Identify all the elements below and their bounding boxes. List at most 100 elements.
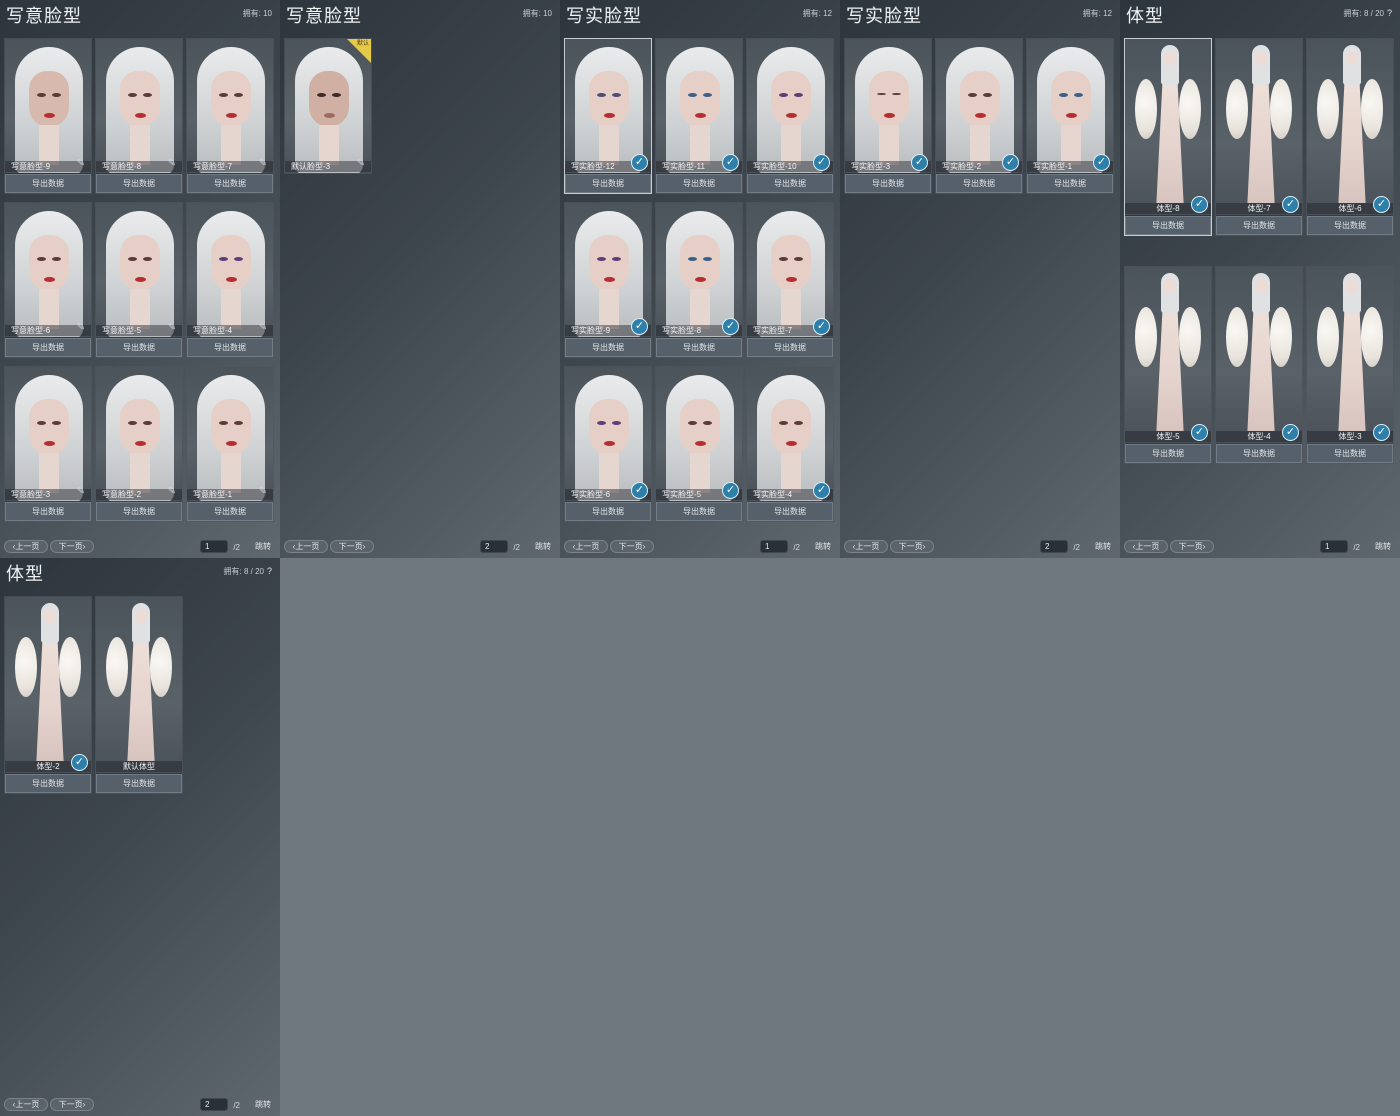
prev-page-button[interactable]: ‹上一页 (4, 1098, 48, 1111)
prev-page-button[interactable]: ‹上一页 (4, 540, 48, 553)
face-card[interactable]: 写实脸型-12 ✓ 导出数据 (564, 38, 652, 194)
export-data-button[interactable]: 导出数据 (5, 338, 91, 357)
body-card[interactable]: 体型-7 ✓ 导出数据 (1215, 38, 1303, 236)
next-page-button[interactable]: 下一页› (1170, 540, 1214, 553)
export-data-button[interactable]: 导出数据 (96, 174, 182, 193)
face-card[interactable]: 写实脸型-7 ✓ 导出数据 (746, 202, 834, 358)
page-number-input[interactable]: 1 (760, 540, 788, 553)
pencil-icon[interactable]: ✎ (74, 485, 88, 499)
face-card[interactable]: 写实脸型-10 ✓ 导出数据 (746, 38, 834, 194)
face-thumbnail[interactable]: 写意脸型-4 ✎ (187, 203, 273, 337)
jump-button[interactable]: 跳转 (1092, 540, 1114, 553)
export-data-button[interactable]: 导出数据 (5, 502, 91, 521)
export-data-button[interactable]: 导出数据 (565, 502, 651, 521)
face-thumbnail[interactable]: 写实脸型-5 ✓ (656, 367, 742, 501)
face-thumbnail[interactable]: 写实脸型-10 ✓ (747, 39, 833, 173)
page-number-input[interactable]: 2 (1040, 540, 1068, 553)
pencil-icon[interactable]: ✎ (74, 321, 88, 335)
face-card[interactable]: 写意脸型-4 ✎ 导出数据 (186, 202, 274, 358)
face-thumbnail[interactable]: 写实脸型-2 ✓ (936, 39, 1022, 173)
next-page-button[interactable]: 下一页› (610, 540, 654, 553)
face-thumbnail[interactable]: 写实脸型-6 ✓ (565, 367, 651, 501)
body-card[interactable]: 体型-3 ✓ 导出数据 (1306, 266, 1394, 464)
export-data-button[interactable]: 导出数据 (96, 502, 182, 521)
pencil-icon[interactable]: ✎ (165, 485, 179, 499)
face-card[interactable]: 写实脸型-5 ✓ 导出数据 (655, 366, 743, 522)
face-thumbnail[interactable]: 写意脸型-7 ✎ (187, 39, 273, 173)
body-thumbnail[interactable]: 体型-4 ✓ (1216, 267, 1302, 443)
face-thumbnail[interactable]: 写意脸型-1 ✎ (187, 367, 273, 501)
export-data-button[interactable]: 导出数据 (656, 502, 742, 521)
body-thumbnail[interactable]: 默认体型 (96, 597, 182, 773)
next-page-button[interactable]: 下一页› (50, 540, 94, 553)
export-data-button[interactable]: 导出数据 (656, 174, 742, 193)
pencil-icon[interactable]: ✎ (354, 157, 368, 171)
body-card[interactable]: 体型-2 ✓ 导出数据 (4, 596, 92, 794)
face-card[interactable]: 写意脸型-9 ✎ 导出数据 (4, 38, 92, 194)
body-thumbnail[interactable]: 体型-3 ✓ (1307, 267, 1393, 443)
export-data-button[interactable]: 导出数据 (747, 174, 833, 193)
face-thumbnail[interactable]: 写实脸型-1 ✓ (1027, 39, 1113, 173)
prev-page-button[interactable]: ‹上一页 (564, 540, 608, 553)
body-thumbnail[interactable]: 体型-8 ✓ (1125, 39, 1211, 215)
help-icon[interactable]: ? (267, 566, 272, 576)
face-card[interactable]: 写实脸型-6 ✓ 导出数据 (564, 366, 652, 522)
pencil-icon[interactable]: ✎ (165, 321, 179, 335)
next-page-button[interactable]: 下一页› (890, 540, 934, 553)
jump-button[interactable]: 跳转 (812, 540, 834, 553)
help-icon[interactable]: ? (1387, 8, 1392, 18)
export-data-button[interactable]: 导出数据 (1125, 216, 1211, 235)
face-thumbnail[interactable]: 写实脸型-7 ✓ (747, 203, 833, 337)
face-thumbnail[interactable]: 写实脸型-11 ✓ (656, 39, 742, 173)
page-number-input[interactable]: 1 (200, 540, 228, 553)
face-card[interactable]: 写意脸型-2 ✎ 导出数据 (95, 366, 183, 522)
face-thumbnail[interactable]: 默认 默认脸型-3 ✎ (285, 39, 371, 173)
pencil-icon[interactable]: ✎ (74, 157, 88, 171)
face-thumbnail[interactable]: 写实脸型-9 ✓ (565, 203, 651, 337)
prev-page-button[interactable]: ‹上一页 (844, 540, 888, 553)
face-card[interactable]: 写意脸型-8 ✎ 导出数据 (95, 38, 183, 194)
face-card[interactable]: 写意脸型-6 ✎ 导出数据 (4, 202, 92, 358)
export-data-button[interactable]: 导出数据 (747, 502, 833, 521)
body-thumbnail[interactable]: 体型-6 ✓ (1307, 39, 1393, 215)
prev-page-button[interactable]: ‹上一页 (284, 540, 328, 553)
next-page-button[interactable]: 下一页› (50, 1098, 94, 1111)
face-thumbnail[interactable]: 写意脸型-8 ✎ (96, 39, 182, 173)
export-data-button[interactable]: 导出数据 (1307, 444, 1393, 463)
face-card[interactable]: 写实脸型-11 ✓ 导出数据 (655, 38, 743, 194)
face-thumbnail[interactable]: 写意脸型-5 ✎ (96, 203, 182, 337)
export-data-button[interactable]: 导出数据 (187, 174, 273, 193)
face-card[interactable]: 写实脸型-4 ✓ 导出数据 (746, 366, 834, 522)
body-card[interactable]: 体型-5 ✓ 导出数据 (1124, 266, 1212, 464)
face-thumbnail[interactable]: 写意脸型-3 ✎ (5, 367, 91, 501)
body-card[interactable]: 体型-8 ✓ 导出数据 (1124, 38, 1212, 236)
export-data-button[interactable]: 导出数据 (1216, 444, 1302, 463)
export-data-button[interactable]: 导出数据 (96, 774, 182, 793)
page-number-input[interactable]: 2 (480, 540, 508, 553)
face-thumbnail[interactable]: 写实脸型-3 ✓ (845, 39, 931, 173)
face-thumbnail[interactable]: 写实脸型-4 ✓ (747, 367, 833, 501)
body-thumbnail[interactable]: 体型-5 ✓ (1125, 267, 1211, 443)
pencil-icon[interactable]: ✎ (256, 485, 270, 499)
face-card[interactable]: 写意脸型-1 ✎ 导出数据 (186, 366, 274, 522)
pencil-icon[interactable]: ✎ (165, 157, 179, 171)
face-thumbnail[interactable]: 写实脸型-12 ✓ (565, 39, 651, 173)
export-data-button[interactable]: 导出数据 (656, 338, 742, 357)
export-data-button[interactable]: 导出数据 (187, 502, 273, 521)
pencil-icon[interactable]: ✎ (256, 157, 270, 171)
jump-button[interactable]: 跳转 (1372, 540, 1394, 553)
export-data-button[interactable]: 导出数据 (1027, 174, 1113, 193)
face-card[interactable]: 写实脸型-2 ✓ 导出数据 (935, 38, 1023, 194)
export-data-button[interactable]: 导出数据 (565, 174, 651, 193)
page-number-input[interactable]: 1 (1320, 540, 1348, 553)
face-card[interactable]: 默认 默认脸型-3 ✎ (284, 38, 372, 174)
body-thumbnail[interactable]: 体型-2 ✓ (5, 597, 91, 773)
face-thumbnail[interactable]: 写意脸型-6 ✎ (5, 203, 91, 337)
export-data-button[interactable]: 导出数据 (187, 338, 273, 357)
face-card[interactable]: 写意脸型-5 ✎ 导出数据 (95, 202, 183, 358)
export-data-button[interactable]: 导出数据 (1307, 216, 1393, 235)
jump-button[interactable]: 跳转 (252, 1098, 274, 1111)
export-data-button[interactable]: 导出数据 (96, 338, 182, 357)
pencil-icon[interactable]: ✎ (256, 321, 270, 335)
body-thumbnail[interactable]: 体型-7 ✓ (1216, 39, 1302, 215)
